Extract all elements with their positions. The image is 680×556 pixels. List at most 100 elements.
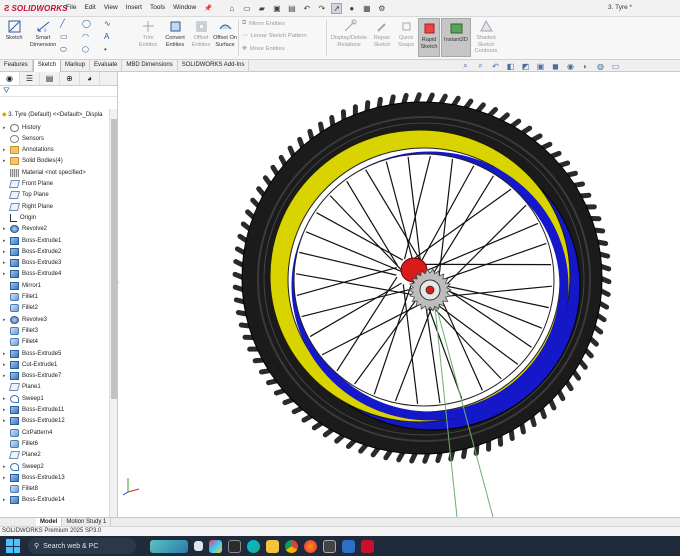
chrome-icon[interactable] — [285, 539, 298, 553]
section-view-icon[interactable]: ◧ — [505, 62, 516, 71]
expand-caret-icon[interactable]: ▸ — [3, 158, 10, 164]
dimxpert-manager-tab-icon[interactable]: ⊕ — [60, 72, 80, 85]
filter-icon[interactable]: ⛛ — [0, 86, 117, 97]
expand-caret-icon[interactable]: ▸ — [3, 362, 10, 368]
menu-insert[interactable]: Insert — [122, 4, 146, 12]
slot-icon[interactable]: ⬭ — [60, 45, 67, 55]
print-icon[interactable]: ▤ — [286, 3, 297, 14]
expand-caret-icon[interactable]: ▸ — [3, 147, 10, 153]
tab-features[interactable]: Features — [0, 60, 33, 72]
tree-item[interactable]: ▸ Boss-Extrude13 — [3, 472, 65, 483]
rebuild-icon[interactable]: ● — [346, 3, 357, 14]
tree-item[interactable]: Plane1 — [3, 382, 41, 393]
menu-file[interactable]: File — [62, 4, 80, 12]
arc-icon[interactable]: ◠ — [82, 32, 89, 41]
menu-tools[interactable]: Tools — [146, 4, 169, 12]
widget-news-icon[interactable] — [150, 539, 188, 553]
quick-snaps-button[interactable]: Quick Snaps — [396, 19, 416, 48]
tree-root[interactable]: ◆ 3. Tyre (Default) <<Default>_Displa — [2, 111, 110, 118]
app-icon[interactable] — [323, 539, 336, 553]
line-icon[interactable]: ╱ — [60, 19, 65, 28]
menu-window[interactable]: Window — [169, 4, 200, 12]
expand-caret-icon[interactable]: ▸ — [3, 464, 10, 470]
tree-item[interactable]: Top Plane — [3, 190, 49, 201]
tree-item[interactable]: ▸ History — [3, 122, 41, 133]
expand-caret-icon[interactable]: ▸ — [3, 396, 10, 402]
new-document-icon[interactable]: ▭ — [241, 3, 252, 14]
options-gear-icon[interactable]: ⚙ — [376, 3, 387, 14]
tree-item[interactable]: Fillet4 — [3, 337, 38, 348]
expand-caret-icon[interactable]: ▸ — [3, 351, 10, 357]
expand-caret-icon[interactable]: ▸ — [3, 317, 10, 323]
pin-icon[interactable]: 📌 — [200, 4, 216, 12]
copilot-icon[interactable] — [209, 539, 222, 553]
firefox-icon[interactable] — [304, 539, 317, 553]
terminal-icon[interactable] — [228, 539, 241, 553]
tab-markup[interactable]: Markup — [61, 60, 91, 72]
windows-start-icon[interactable] — [6, 539, 20, 553]
file-explorer-icon[interactable] — [266, 539, 279, 553]
display-manager-tab-icon[interactable]: ◕ — [80, 72, 100, 85]
expand-caret-icon[interactable]: ▸ — [3, 407, 10, 413]
offset-on-surface-button[interactable]: Offset On Surface — [213, 19, 237, 48]
spline-icon[interactable]: ∿ — [104, 19, 111, 28]
open-icon[interactable]: ▰ — [256, 3, 267, 14]
tree-item[interactable]: ▸ Annotations — [3, 145, 54, 156]
tree-item[interactable]: Mirror1 — [3, 280, 41, 291]
repair-sketch-button[interactable]: Repair Sketch — [370, 19, 394, 48]
tree-item[interactable]: Fillet8 — [3, 484, 38, 495]
hide-show-items-icon[interactable]: ◉ — [565, 62, 576, 71]
solidworks-logo[interactable]: Ƨ SOLIDWORKS — [0, 4, 67, 13]
edge-browser-icon[interactable] — [247, 539, 260, 553]
tree-item[interactable]: Front Plane — [3, 179, 53, 190]
menu-view[interactable]: View — [100, 4, 122, 12]
expand-caret-icon[interactable]: ▸ — [3, 497, 10, 503]
tab-motion-study[interactable]: Motion Study 1 — [62, 518, 112, 526]
apply-scene-icon[interactable]: ◍ — [595, 62, 606, 71]
dynamic-annotation-icon[interactable]: ◩ — [520, 62, 531, 71]
select-cursor-icon[interactable]: ➚ — [331, 2, 343, 14]
tab-model[interactable]: Model — [36, 518, 63, 526]
graphics-area[interactable] — [119, 72, 680, 517]
tab-mbd-dimensions[interactable]: MBD Dimensions — [122, 60, 178, 72]
tree-item[interactable]: ▸ Boss-Extrude1 — [3, 235, 61, 246]
expand-caret-icon[interactable]: ▸ — [3, 125, 10, 131]
tree-scrollbar[interactable] — [109, 109, 117, 517]
tree-item[interactable]: ▸ Boss-Extrude12 — [3, 416, 65, 427]
menu-edit[interactable]: Edit — [80, 4, 99, 12]
mirror-entities-button[interactable]: ⧉ Mirror Entities — [242, 20, 285, 27]
store-icon[interactable] — [342, 539, 355, 553]
zoom-area-icon[interactable]: ⌕ — [475, 61, 486, 71]
tree-item[interactable]: ▸ Boss-Extrude11 — [3, 405, 64, 416]
trim-entities-button[interactable]: Trim Entities — [135, 19, 161, 48]
tree-item[interactable]: ▸ Boss-Extrude2 — [3, 246, 61, 257]
polygon-icon[interactable]: ⬡ — [82, 45, 89, 54]
tree-item[interactable]: Fillet2 — [3, 303, 38, 314]
home-icon[interactable]: ⌂ — [226, 3, 237, 14]
move-entities-button[interactable]: ✥ Move Entities — [242, 46, 285, 52]
tree-item[interactable]: ▸ Boss-Extrude3 — [3, 258, 61, 269]
view-settings-icon[interactable]: ▭ — [610, 62, 621, 71]
tree-item[interactable]: ▸ Cut-Extrude1 — [3, 359, 57, 370]
zoom-to-fit-icon[interactable]: ⌕ — [460, 61, 471, 71]
tree-item[interactable]: Material <not specified> — [3, 167, 86, 178]
tab-evaluate[interactable]: Evaluate — [90, 60, 123, 72]
taskbar-search[interactable]: ⚲ Search web & PC — [28, 538, 136, 554]
expand-caret-icon[interactable]: ▸ — [3, 475, 10, 481]
expand-caret-icon[interactable]: ▸ — [3, 226, 10, 232]
tab-addins[interactable]: SOLIDWORKS Add-Ins — [178, 60, 250, 72]
tree-item[interactable]: ▸ Solid Bodies(4) — [3, 156, 63, 167]
tree-item[interactable]: Plane2 — [3, 450, 41, 461]
rapid-sketch-button[interactable]: Rapid Sketch — [418, 18, 440, 57]
tree-item[interactable]: Origin — [3, 212, 36, 223]
tree-item[interactable]: ▸ Revolve2 — [3, 224, 47, 235]
expand-caret-icon[interactable]: ▸ — [3, 249, 10, 255]
configuration-manager-tab-icon[interactable]: ▤ — [40, 72, 60, 85]
tree-item[interactable]: ▸ Sweep2 — [3, 461, 44, 472]
offset-entities-button[interactable]: Offset Entities — [189, 19, 213, 48]
linear-sketch-pattern-button[interactable]: ⋯ Linear Sketch Pattern — [242, 33, 307, 39]
scroll-thumb[interactable] — [111, 119, 117, 399]
text-icon[interactable]: A — [104, 32, 109, 41]
expand-caret-icon[interactable]: ▸ — [3, 418, 10, 424]
tree-item[interactable]: ▸ Boss-Extrude5 — [3, 348, 61, 359]
